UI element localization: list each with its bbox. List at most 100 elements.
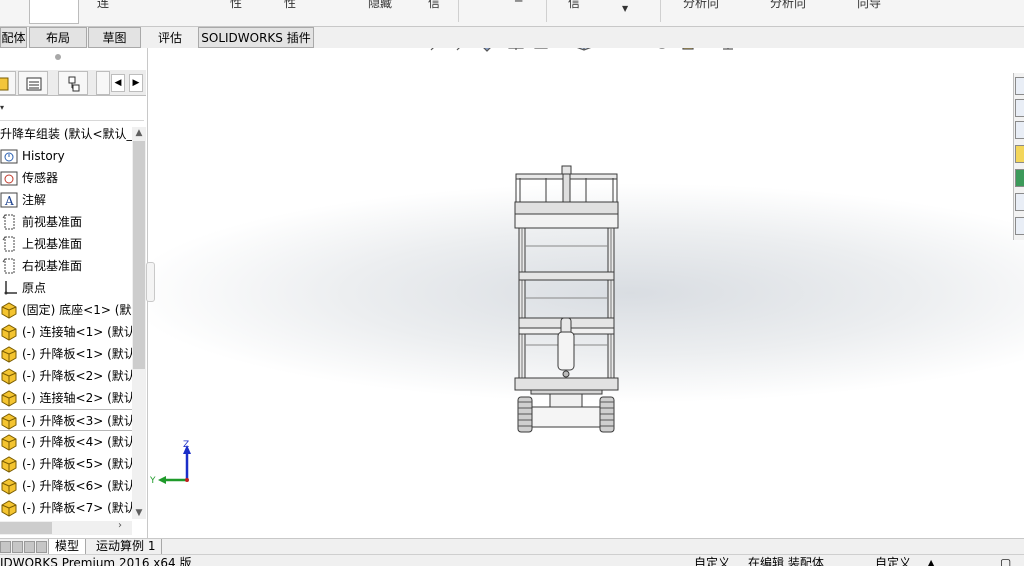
scissor-lift-model[interactable] <box>514 165 619 433</box>
tab-sketch[interactable]: 草图 <box>88 27 141 48</box>
nav-last-icon[interactable] <box>36 541 47 553</box>
part-icon <box>0 412 18 430</box>
tab-scroll-left-icon[interactable]: ◀ <box>111 74 125 92</box>
feature-manager-tab[interactable] <box>0 71 16 95</box>
tree-vertical-scrollbar[interactable]: ▲ ▼ <box>132 127 146 519</box>
view-settings-icon[interactable] <box>721 48 736 50</box>
tree-item-label: 前视基准面 <box>22 215 83 229</box>
tree-item-label: (-) 升降板<1> (默认 <box>22 347 132 361</box>
status-product: IDWORKS Premium 2016 x64 版 <box>0 556 192 566</box>
tab-assembly[interactable]: 配体 <box>0 27 27 48</box>
ribbon-label-2[interactable]: 性 <box>230 0 242 11</box>
ribbon-analysis-wizard-2[interactable]: 分析向 <box>770 0 806 11</box>
tree-item[interactable]: (-) 升降板<2> (默认 <box>0 365 132 387</box>
ribbon-wizard[interactable]: 向导 <box>857 0 881 11</box>
tab-scroll-right-icon[interactable]: ▶ <box>129 74 143 92</box>
tree-item[interactable]: 右视基准面 <box>0 255 132 277</box>
part-icon <box>0 389 18 407</box>
plane-icon <box>0 257 18 275</box>
zoom-to-fit-icon[interactable] <box>430 48 445 51</box>
status-units-dropdown-icon[interactable]: ▲ <box>928 556 934 566</box>
tree-item[interactable]: (-) 升降板<4> (默认 <box>0 431 132 453</box>
task-pane-resources-icon[interactable] <box>1015 99 1024 117</box>
tab-evaluate[interactable]: 评估 <box>143 27 197 48</box>
tree-item-label: (固定) 底座<1> (默认 <box>22 303 132 317</box>
status-custom-units[interactable]: 自定义 <box>694 556 730 566</box>
nav-next-icon[interactable] <box>24 541 35 553</box>
history-icon <box>0 147 18 165</box>
task-pane-design-library-icon[interactable] <box>1015 121 1024 139</box>
task-pane-home-icon[interactable] <box>1015 77 1024 95</box>
graphics-area[interactable]: ▼ ▼ ▼ ▼ ▼ <box>148 48 1024 538</box>
ribbon-large-button[interactable] <box>29 0 79 24</box>
tree-item[interactable]: (-) 升降板<3> (默认 <box>0 409 132 431</box>
tree-item-label: 原点 <box>22 281 47 295</box>
panel-grip[interactable] <box>55 54 61 60</box>
ribbon-divider <box>458 0 459 22</box>
plane-icon <box>0 213 18 231</box>
panel-splitter-handle[interactable] <box>146 262 155 302</box>
scroll-thumb[interactable] <box>133 141 145 369</box>
tree-horizontal-scrollbar[interactable]: › <box>0 520 132 535</box>
previous-view-icon[interactable] <box>483 48 499 52</box>
tree-item[interactable]: 前视基准面 <box>0 211 132 233</box>
task-pane-forum-icon[interactable] <box>1015 217 1024 235</box>
ribbon-label-5[interactable]: ─ <box>515 0 522 8</box>
part-icon <box>0 455 18 473</box>
ribbon-label-1[interactable]: 连 <box>97 0 109 11</box>
scroll-thumb[interactable] <box>0 522 52 534</box>
status-unit-system[interactable]: 自定义 <box>875 556 911 566</box>
property-manager-tab[interactable] <box>18 71 48 95</box>
tree-item[interactable]: 原点 <box>0 277 132 299</box>
apply-scene-icon[interactable] <box>681 48 695 50</box>
zoom-to-area-icon[interactable] <box>456 48 471 51</box>
scroll-up-icon[interactable]: ▲ <box>133 127 145 139</box>
tab-motion-study-1[interactable]: 运动算例 1 <box>90 539 163 554</box>
feature-manager-panel: ◀ ▶ ▾ 升降车组装 (默认<默认_ History 传感器 A 注解前视基准面上视… <box>0 48 148 538</box>
tree-item[interactable]: (固定) 底座<1> (默认 <box>0 299 132 321</box>
tree-filter-bar[interactable]: ▾ <box>0 97 144 121</box>
tree-item[interactable]: (-) 升降板<6> (默认 <box>0 475 132 497</box>
tab-solidworks-addins[interactable]: SOLIDWORKS 插件 <box>198 27 314 48</box>
tree-item[interactable]: (-) 升降板<7> (默认 <box>0 497 132 519</box>
tree-item-label: 上视基准面 <box>22 237 83 251</box>
tree-item[interactable]: (-) 升降板<5> (默认 <box>0 453 132 475</box>
tree-item-label: (-) 升降板<3> (默认 <box>22 414 132 428</box>
view-orientation-icon[interactable] <box>576 48 592 51</box>
task-pane-appearances-icon[interactable] <box>1015 169 1024 187</box>
configuration-manager-tab[interactable] <box>58 71 88 95</box>
ribbon-label-info[interactable]: 信 <box>428 0 440 11</box>
tree-item[interactable]: A 注解 <box>0 189 132 211</box>
task-pane-file-explorer-icon[interactable] <box>1015 145 1024 163</box>
ribbon-dropdown-icon[interactable]: ▼ <box>622 4 628 13</box>
ribbon-toolbar: 连 性 性 隐藏 信 ─ 信 ▼ 分析向 分析向 向导 <box>0 0 1024 27</box>
nav-first-icon[interactable] <box>0 541 11 553</box>
tree-item[interactable]: (-) 连接轴<2> (默认 <box>0 387 132 409</box>
scroll-down-icon[interactable]: ▼ <box>133 507 145 519</box>
filter-arrow-icon[interactable]: ▾ <box>0 103 4 112</box>
part-icon <box>0 367 18 385</box>
model-view: ▼ ▼ ▼ ▼ ▼ <box>149 48 736 486</box>
tab-layout[interactable]: 布局 <box>29 27 87 48</box>
command-manager-tabs: 配体 布局 草图 评估 SOLIDWORKS 插件 <box>0 27 320 48</box>
tree-item[interactable]: (-) 升降板<1> (默认 <box>0 343 132 365</box>
annotation-icon: A <box>0 191 18 209</box>
task-pane-custom-properties-icon[interactable] <box>1015 193 1024 211</box>
section-view-icon[interactable] <box>508 48 524 50</box>
tree-item[interactable]: (-) 连接轴<1> (默认 <box>0 321 132 343</box>
tree-item-label: 注解 <box>22 193 47 207</box>
sensor-icon <box>0 169 18 187</box>
tree-item[interactable]: 传感器 <box>0 167 132 189</box>
ribbon-label-6[interactable]: 信 <box>568 0 580 11</box>
ribbon-label-3[interactable]: 性 <box>284 0 296 11</box>
scroll-right-icon[interactable]: › <box>118 520 122 531</box>
tree-root-assembly[interactable]: 升降车组装 (默认<默认_ <box>0 125 140 143</box>
tree-item[interactable]: History <box>0 145 132 167</box>
tab-model[interactable]: 模型 <box>48 539 87 554</box>
status-help-icon[interactable]: ▢ <box>1000 556 1011 566</box>
nav-prev-icon[interactable] <box>12 541 23 553</box>
ribbon-analysis-wizard-1[interactable]: 分析向 <box>683 0 719 11</box>
ribbon-label-hide[interactable]: 隐藏 <box>368 0 392 11</box>
tree-item[interactable]: 上视基准面 <box>0 233 132 255</box>
dimxpert-tab[interactable] <box>96 71 110 95</box>
